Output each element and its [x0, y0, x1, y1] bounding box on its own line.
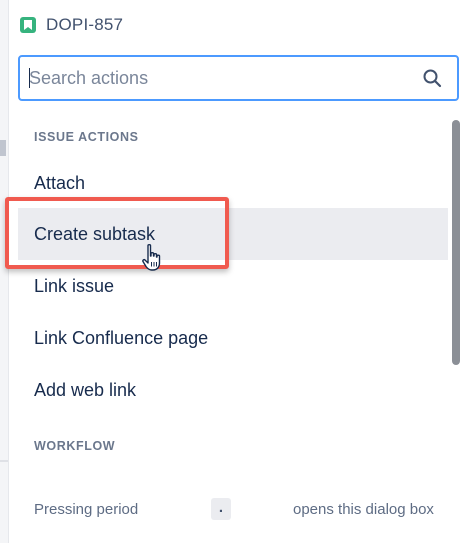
- dialog-header: DOPI-857: [20, 12, 123, 38]
- section-heading-workflow: WORKFLOW: [34, 439, 116, 453]
- issue-key[interactable]: DOPI-857: [46, 15, 123, 35]
- search-icon[interactable]: [421, 67, 443, 89]
- actions-list: ISSUE ACTIONS Attach Create subtask Link…: [18, 108, 448, 543]
- keyboard-shortcut-key: .: [211, 498, 231, 520]
- action-create-subtask[interactable]: Create subtask: [18, 208, 448, 260]
- action-label: Link Confluence page: [34, 327, 209, 348]
- command-palette-dialog: DOPI-857 ISSUE ACTIONS Attach Create sub…: [0, 0, 474, 543]
- text-caret: [29, 68, 30, 88]
- search-field[interactable]: [18, 55, 459, 101]
- search-input[interactable]: [20, 57, 421, 99]
- story-bookmark-icon: [20, 17, 36, 33]
- action-link-confluence-page[interactable]: Link Confluence page: [18, 312, 448, 364]
- footer-hint-text: Pressing period: [34, 501, 139, 518]
- dialog-footer: Pressing period . opens this dialog box: [0, 484, 474, 534]
- action-label: Attach: [34, 172, 86, 193]
- footer-hint-text-suffix: opens this dialog box: [293, 501, 434, 518]
- action-link-issue[interactable]: Link issue: [18, 260, 448, 312]
- action-label: Create subtask: [34, 223, 156, 244]
- action-label: Add web link: [34, 379, 137, 400]
- background-page-fragment: [0, 140, 6, 156]
- background-page-divider: [0, 460, 8, 462]
- section-heading-issue-actions: ISSUE ACTIONS: [34, 130, 139, 144]
- scrollbar-thumb[interactable]: [452, 120, 460, 365]
- action-label: Link issue: [34, 275, 115, 296]
- action-add-web-link[interactable]: Add web link: [18, 364, 448, 416]
- action-attach[interactable]: Attach: [18, 157, 448, 209]
